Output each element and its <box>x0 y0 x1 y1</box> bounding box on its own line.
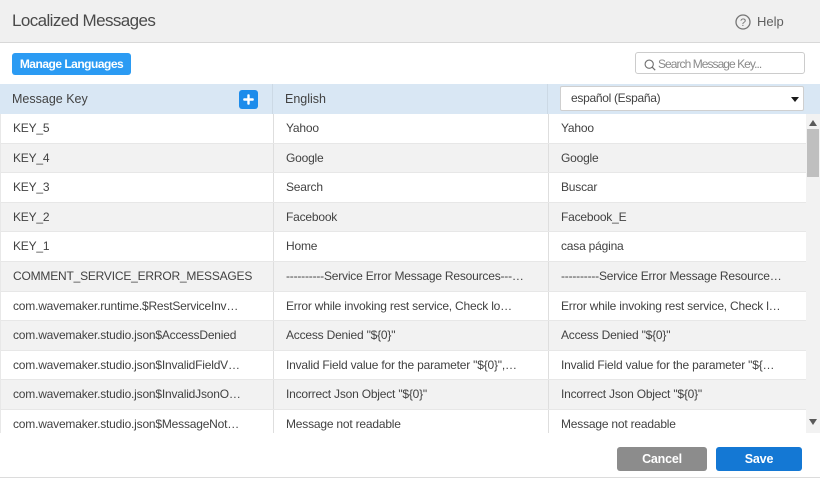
svg-text:?: ? <box>740 17 746 29</box>
